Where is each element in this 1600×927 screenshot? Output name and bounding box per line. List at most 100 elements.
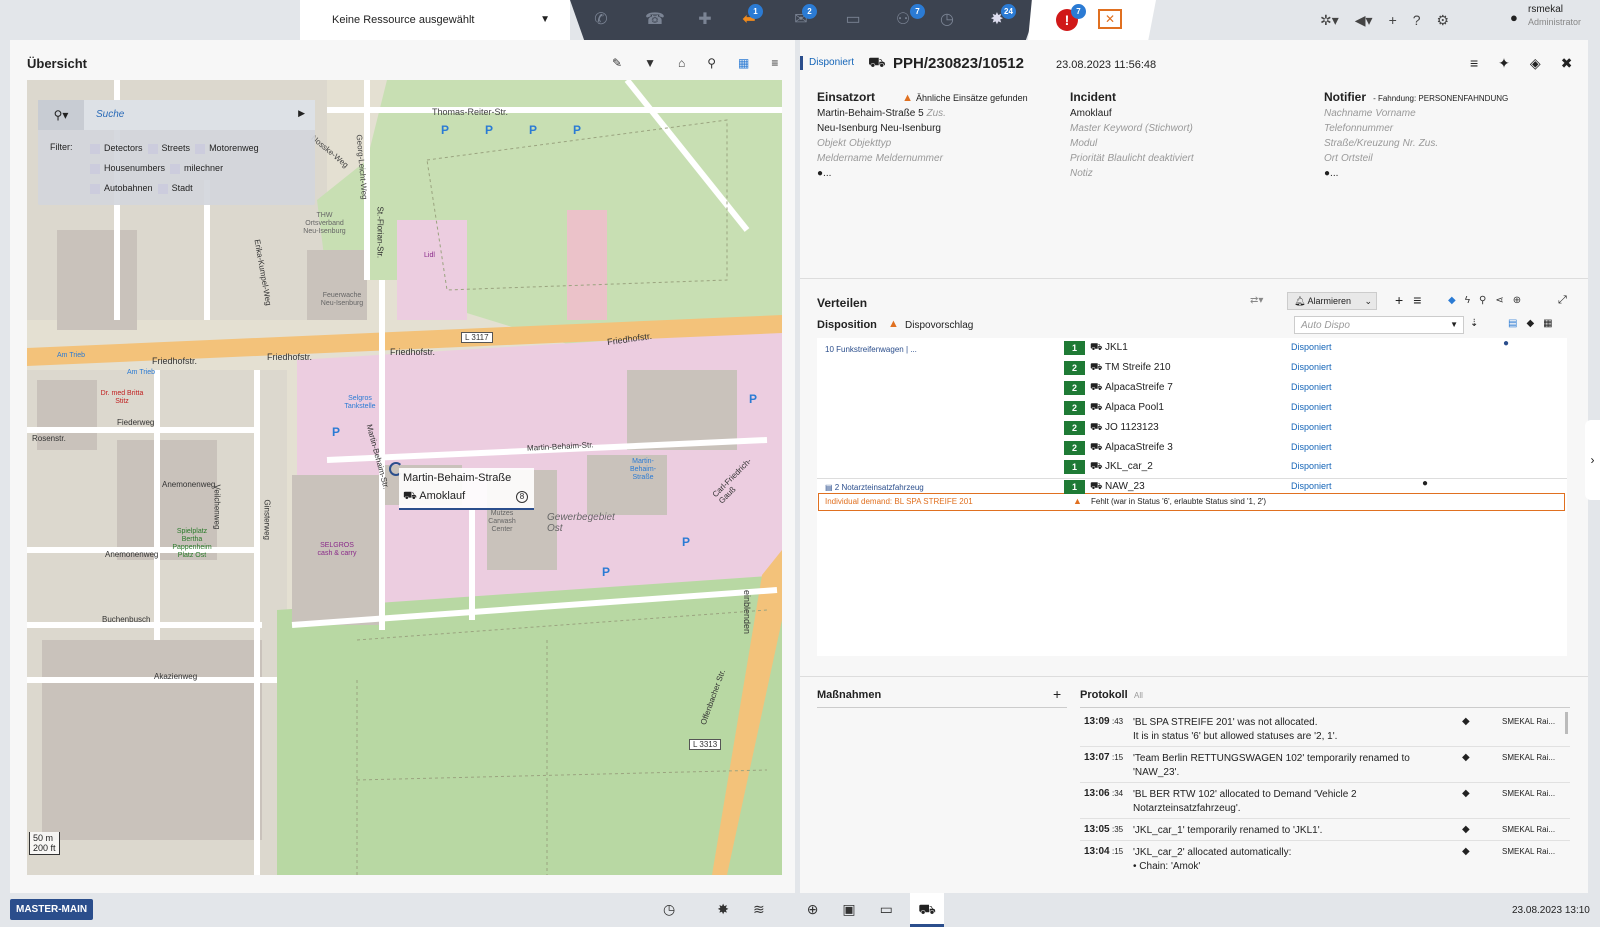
map-view-icon[interactable]: ▦	[738, 56, 749, 70]
ort-field[interactable]: Ort	[1324, 153, 1338, 164]
unit-name[interactable]: NAW_23	[1105, 481, 1145, 492]
phone-icon[interactable]: ☎	[644, 9, 666, 31]
priority-field[interactable]: Priorität	[1070, 153, 1104, 164]
layers-icon[interactable]: ◈	[1530, 55, 1541, 72]
settings-icon[interactable]: ⚙	[1437, 12, 1450, 29]
modul-field[interactable]: Modul	[1070, 136, 1290, 151]
location-dropdown[interactable]: ⚲▾	[38, 100, 84, 130]
incident-list-icon[interactable]: ✸	[717, 901, 729, 918]
protocol-entry[interactable]: 13:07:15 'Team Berlin RETTUNGSWAGEN 102'…	[1080, 748, 1570, 783]
info-icon[interactable]: ●	[1422, 478, 1428, 489]
plus-icon[interactable]: +	[1389, 12, 1397, 28]
unit-name[interactable]: TM Streife 210	[1105, 362, 1171, 373]
city[interactable]: Neu-Isenburg	[817, 123, 878, 134]
menu-icon[interactable]: ≡	[1470, 55, 1478, 72]
unit-name[interactable]: AlpacaStreife 7	[1105, 382, 1173, 393]
zus-field[interactable]: Zus.	[926, 108, 945, 119]
help-icon[interactable]: ?	[1413, 12, 1421, 28]
ortsteil-field[interactable]: Ortsteil	[1341, 153, 1373, 164]
district[interactable]: Neu-Isenburg	[880, 123, 941, 134]
unit-name[interactable]: JO 1123123	[1105, 422, 1159, 433]
protocol-entry[interactable]: 13:06:34 'BL BER RTW 102' allocated to D…	[1080, 784, 1570, 819]
strasse-field[interactable]: Straße/Kreuzung	[1324, 138, 1400, 149]
call-transfer-icon[interactable]: ✆	[590, 9, 612, 31]
add-icon[interactable]: +	[1395, 292, 1403, 308]
objekt-field[interactable]: Objekt	[817, 138, 846, 149]
protocol-entry[interactable]: 13:05:35 'JKL_car_1' temporarily renamed…	[1080, 820, 1570, 841]
search-input[interactable]: Suche ▶	[84, 100, 315, 130]
volume-icon[interactable]: ◀▾	[1355, 12, 1373, 29]
active-incident-tab[interactable]: ⛟	[910, 893, 944, 927]
protocol-entry[interactable]: 13:04:15 'JKL_car_2' allocated automatic…	[1080, 842, 1570, 877]
share-icon[interactable]: ⋖	[1495, 295, 1503, 306]
meldernummer-field[interactable]: Meldernummer	[876, 153, 943, 164]
expand-side-tab[interactable]: ›	[1585, 420, 1600, 500]
presentation-icon[interactable]: ✕	[1098, 9, 1122, 29]
unit-status[interactable]: Disponiert	[1291, 382, 1332, 392]
unit-pin-icon[interactable]: ⇣	[1470, 318, 1478, 329]
street-number[interactable]: 5	[918, 108, 924, 119]
alarm-filter-icon[interactable]: ◆	[1448, 295, 1456, 306]
more-ellipsis[interactable]: ...	[823, 168, 831, 179]
unit-name[interactable]: JKL_car_2	[1105, 461, 1153, 472]
unit-status[interactable]: Disponiert	[1291, 442, 1332, 452]
pin-icon[interactable]: ✦	[1498, 55, 1510, 72]
expand-icon[interactable]: ⤢	[1558, 294, 1567, 307]
incident-popup[interactable]: Martin-Behaim-Straße ⛟ Amoklauf 8	[399, 468, 534, 510]
bolt-icon[interactable]: ϟ	[1465, 295, 1470, 306]
blaulicht-field[interactable]: Blaulicht deaktiviert	[1108, 153, 1194, 164]
nachname-field[interactable]: Nachname	[1324, 108, 1372, 119]
phone-add-icon[interactable]: ✚	[694, 9, 716, 31]
location-icon[interactable]: ⚲	[1479, 295, 1486, 306]
auto-dispo-select[interactable]: Auto Dispo ▼	[1294, 316, 1464, 334]
filter-checkbox[interactable]: Motorenweg	[195, 143, 259, 154]
objekttyp-field[interactable]: Objekttyp	[849, 138, 891, 149]
bug-icon[interactable]: ✲▾	[1320, 12, 1339, 29]
filter-checkbox[interactable]: Detectors	[90, 143, 143, 154]
filter-checkbox[interactable]: milechner	[170, 163, 223, 174]
arrow-right-icon[interactable]: ▶	[298, 108, 305, 119]
protokoll-title[interactable]: Protokoll	[1080, 689, 1128, 701]
unit-status[interactable]: Disponiert	[1291, 402, 1332, 412]
notiz-field[interactable]: Notiz	[1070, 166, 1290, 181]
chart-icon[interactable]: ≋	[753, 901, 765, 918]
meldername-field[interactable]: Meldername	[817, 153, 873, 164]
resource-select[interactable]: Keine Ressource ausgewählt ▼	[300, 0, 570, 40]
target-icon[interactable]: ⊕	[1513, 295, 1521, 306]
card-icon[interactable]: ▣	[842, 901, 855, 918]
protocol-entry[interactable]: 13:09:43 'BL SPA STREIFE 201' was not al…	[1080, 712, 1570, 747]
alarm-icon[interactable]: ◆	[1526, 318, 1534, 329]
pin-icon[interactable]: ⚲	[707, 56, 716, 70]
unit-status[interactable]: Disponiert	[1291, 342, 1332, 352]
globe-icon[interactable]: ⊕	[807, 901, 819, 918]
scrollbar[interactable]	[1565, 712, 1568, 734]
info-icon[interactable]: ●	[1503, 338, 1509, 349]
unit-name[interactable]: Alpaca Pool1	[1105, 402, 1164, 413]
filter-checkbox[interactable]: Streets	[147, 143, 190, 154]
sync-icon[interactable]: ⇄▾	[1250, 295, 1263, 306]
filter-checkbox[interactable]: Autobahnen	[90, 183, 153, 194]
more-ellipsis[interactable]: ...	[1330, 168, 1338, 179]
unit-status[interactable]: Disponiert	[1291, 422, 1332, 432]
alarm-button[interactable]: 🔔︎ Alarmieren ⌄	[1287, 292, 1377, 310]
calendar-icon[interactable]: ▦	[1543, 318, 1552, 329]
doc-icon[interactable]: ▤	[1508, 318, 1517, 329]
filter-icon[interactable]: ▼	[644, 56, 656, 70]
unit-name[interactable]: AlpacaStreife 3	[1105, 442, 1173, 453]
unit-status[interactable]: Disponiert	[1291, 481, 1332, 491]
tape-icon[interactable]: ▭	[880, 901, 893, 918]
unit-status[interactable]: Disponiert	[1291, 362, 1332, 372]
chat-icon[interactable]: ▭	[842, 9, 864, 31]
brush-icon[interactable]: ✎	[612, 56, 622, 70]
keyword-field[interactable]: Master Keyword (Stichwort)	[1070, 121, 1290, 136]
filter-checkbox[interactable]: Housenumbers	[90, 163, 165, 174]
clock-icon[interactable]: ◷	[936, 9, 958, 31]
list-icon[interactable]: ≡	[1413, 292, 1421, 308]
close-icon[interactable]: ✖	[1561, 55, 1573, 72]
telefon-field[interactable]: Telefonnummer	[1324, 121, 1584, 136]
nr-field[interactable]: Nr.	[1403, 138, 1416, 149]
dashboard-icon[interactable]: ◷	[663, 901, 675, 918]
dispovorschlag[interactable]: Dispovorschlag	[905, 320, 973, 331]
add-massnahme-icon[interactable]: +	[1053, 686, 1061, 702]
unit-status[interactable]: Disponiert	[1291, 461, 1332, 471]
